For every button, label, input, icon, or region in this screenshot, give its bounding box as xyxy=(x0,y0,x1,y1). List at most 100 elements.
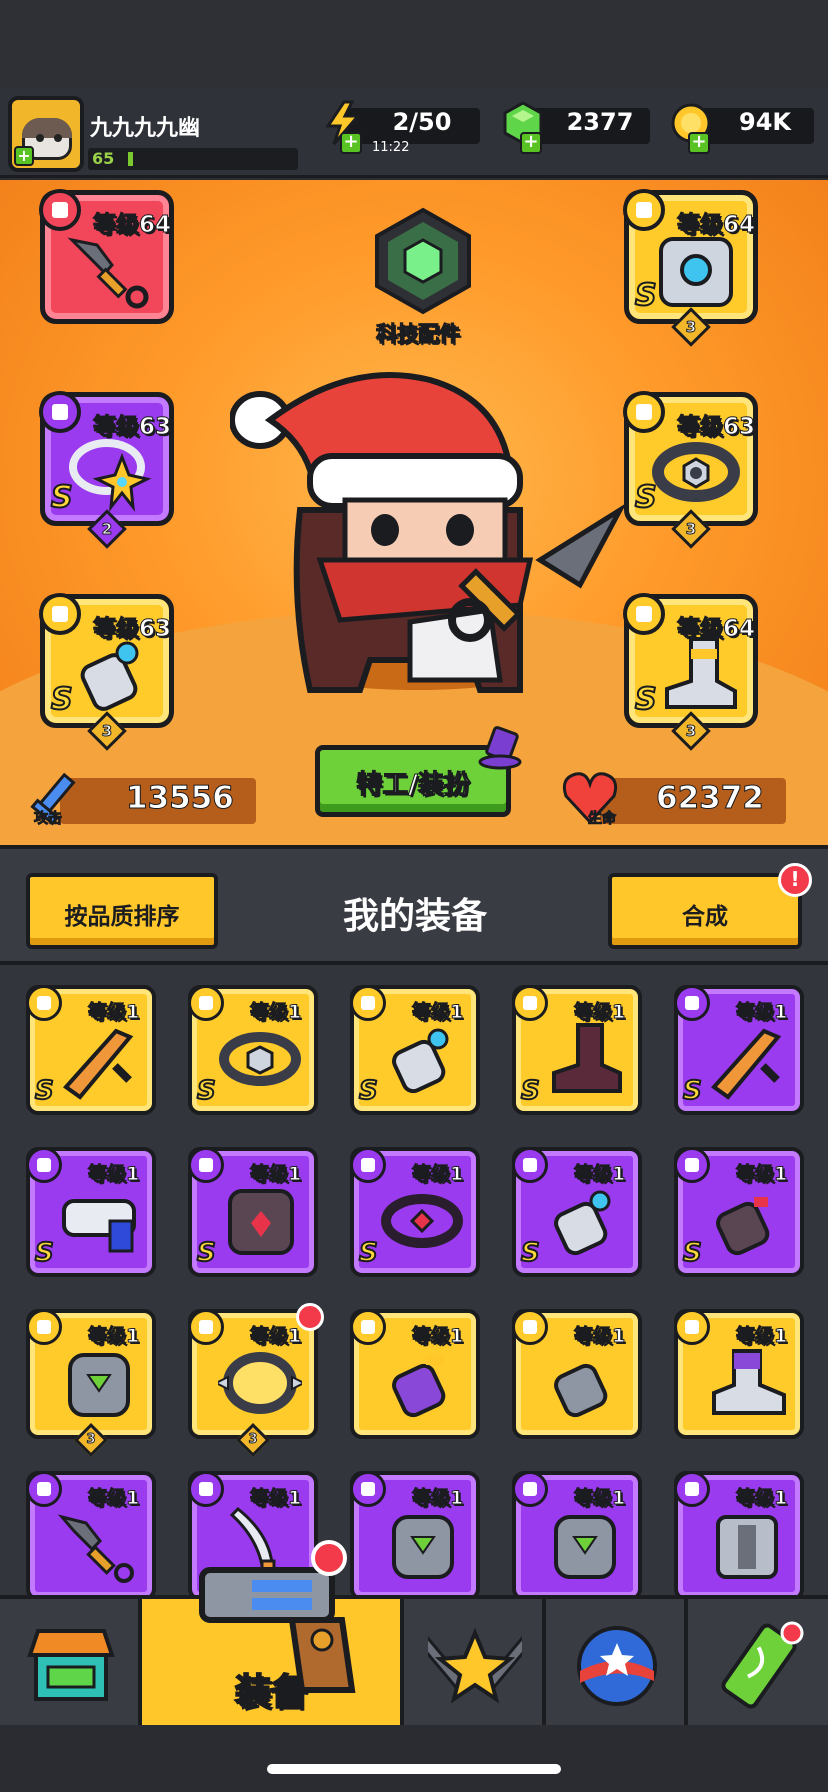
sword-icon xyxy=(711,1028,782,1100)
energy-value: 2/50 xyxy=(392,108,452,136)
item-grade: S xyxy=(358,1075,379,1107)
spiked-collar-icon xyxy=(218,1352,302,1414)
inventory-item[interactable]: 等级1 xyxy=(512,1471,642,1595)
inventory-item[interactable]: 等级1 S xyxy=(674,1147,804,1277)
item-level: 等级1 xyxy=(735,1325,788,1348)
item-category-icon xyxy=(26,985,62,1021)
item-level: 等级1 xyxy=(411,1163,464,1186)
inventory-item[interactable]: 等级1 S xyxy=(188,985,318,1115)
item-grade: S xyxy=(34,1237,55,1269)
inventory-item[interactable]: 等级1 S xyxy=(26,1147,156,1277)
stone-armor-icon xyxy=(68,1353,130,1417)
home-indicator[interactable] xyxy=(267,1764,561,1774)
item-category-icon xyxy=(674,985,710,1021)
item-grade: S xyxy=(196,1237,217,1269)
item-level: 等级1 xyxy=(87,1163,140,1186)
item-grade: S xyxy=(520,1237,541,1269)
equipped-necklace-slot[interactable]: 等级63 S 2 xyxy=(39,391,174,549)
top-hat-icon xyxy=(478,726,522,770)
star-orb-icon xyxy=(577,1626,657,1706)
inventory-item[interactable]: 等级1 S xyxy=(350,985,480,1115)
level-progress-bar xyxy=(88,148,298,170)
attack-label: 攻击 xyxy=(34,811,63,828)
inventory-item[interactable]: 等级1 xyxy=(350,1309,480,1439)
stone-armor-icon xyxy=(392,1515,454,1579)
equipped-armor-slot[interactable]: 等级64 S 3 xyxy=(623,189,758,347)
sneaker-icon xyxy=(712,1349,786,1415)
inventory-item[interactable]: 等级1 S xyxy=(188,1147,318,1277)
nav-tab-pets[interactable] xyxy=(546,1599,688,1725)
inventory-item[interactable]: 等级1 S xyxy=(674,985,804,1115)
item-category-icon xyxy=(350,985,386,1021)
player-avatar[interactable]: + xyxy=(8,96,84,172)
stone-armor-icon xyxy=(554,1515,616,1579)
item-category-icon xyxy=(26,1309,62,1345)
inventory-item[interactable]: 等级1 S xyxy=(26,985,156,1115)
dark-armor-icon xyxy=(228,1189,294,1255)
player-level: 65 xyxy=(92,149,115,168)
item-category-icon xyxy=(26,1471,62,1507)
inventory-item[interactable]: 等级1 xyxy=(674,1471,804,1595)
gauntlet-icon xyxy=(392,1028,449,1094)
hp-label: 生命 xyxy=(588,811,617,828)
revolver-icon xyxy=(199,1540,356,1693)
item-category-icon xyxy=(512,1471,548,1507)
inventory-item[interactable]: 等级1 S xyxy=(512,1147,642,1277)
item-category-icon xyxy=(350,1309,386,1345)
equipped-boots-slot[interactable]: 等级64 S 3 xyxy=(623,593,758,751)
item-level: 等级1 xyxy=(411,1001,464,1024)
sort-by-quality-button[interactable]: 按品质排序 xyxy=(26,873,218,949)
item-level: 等级1 xyxy=(87,1487,140,1510)
attack-value: 13556 xyxy=(126,780,235,817)
chest-armor-icon xyxy=(659,237,733,307)
item-category-icon xyxy=(188,1471,224,1507)
inventory-item[interactable]: 等级1 3 xyxy=(188,1303,324,1457)
item-star-badge: 3 xyxy=(236,1423,270,1457)
inventory-item[interactable]: 等级1 S xyxy=(512,985,642,1115)
item-category-icon xyxy=(26,1147,62,1183)
steel-gauntlet-icon xyxy=(554,1363,608,1418)
item-grade: S xyxy=(196,1075,217,1107)
inventory-item[interactable]: 等级1 xyxy=(512,1309,642,1439)
level-progress-fill xyxy=(128,152,133,166)
inventory-item[interactable]: 等级1 xyxy=(674,1309,804,1439)
merge-alert-badge: ! xyxy=(778,863,812,897)
add-energy-button[interactable]: + xyxy=(340,132,362,154)
equipped-gloves-slot[interactable]: 等级63 S 3 xyxy=(39,593,174,751)
new-item-badge xyxy=(296,1303,324,1331)
nav-tab-shop[interactable] xyxy=(0,1599,142,1725)
tech-hexagon-icon[interactable] xyxy=(368,206,478,316)
nav-tab-dna[interactable] xyxy=(688,1599,828,1725)
purple-gauntlet-icon xyxy=(392,1355,446,1418)
equipment-toolbar: 按品质排序 我的装备 合成 ! xyxy=(0,845,828,965)
item-category-icon xyxy=(674,1471,710,1507)
gauntlet-icon xyxy=(80,641,139,711)
equipment-inventory-grid[interactable]: 等级1 S 等级1 S 等级1 S 等级1 S 等级1 S 等级1 S 等级1 S 等级1 S 等级1 S 等级1 S… xyxy=(0,965,828,1595)
item-category-icon xyxy=(188,1147,224,1183)
equipped-belt-slot[interactable]: 等级63 S 3 xyxy=(623,391,758,549)
item-level: 等级1 xyxy=(249,1001,302,1024)
inventory-item[interactable]: 等级1 3 xyxy=(26,1309,156,1457)
belt-icon xyxy=(219,1032,301,1086)
my-equipment-title: 我的装备 xyxy=(342,896,487,937)
merge-button[interactable]: 合成 xyxy=(608,873,802,949)
item-grade: S xyxy=(682,1237,703,1269)
star-necklace-icon xyxy=(69,439,152,512)
item-grade: S xyxy=(520,1075,541,1107)
item-level: 等级1 xyxy=(573,1163,626,1186)
dna-capsule-icon xyxy=(721,1621,804,1709)
sword-icon xyxy=(63,1028,134,1100)
add-icon: + xyxy=(14,146,34,166)
inventory-item[interactable]: 等级1 xyxy=(26,1471,156,1595)
boots-icon xyxy=(665,637,737,709)
item-category-icon xyxy=(350,1471,386,1507)
dark-gauntlet-icon xyxy=(716,1197,770,1256)
nav-tab-battle[interactable] xyxy=(404,1599,546,1725)
add-gems-button[interactable]: + xyxy=(520,132,542,154)
equipped-weapon-slot[interactable]: 等级64 xyxy=(39,189,174,324)
add-coins-button[interactable]: + xyxy=(688,132,710,154)
item-level: 等级1 xyxy=(411,1487,464,1510)
inventory-item[interactable]: 等级1 S xyxy=(350,1147,480,1277)
item-category-icon xyxy=(512,1309,548,1345)
item-category-icon xyxy=(674,1309,710,1345)
